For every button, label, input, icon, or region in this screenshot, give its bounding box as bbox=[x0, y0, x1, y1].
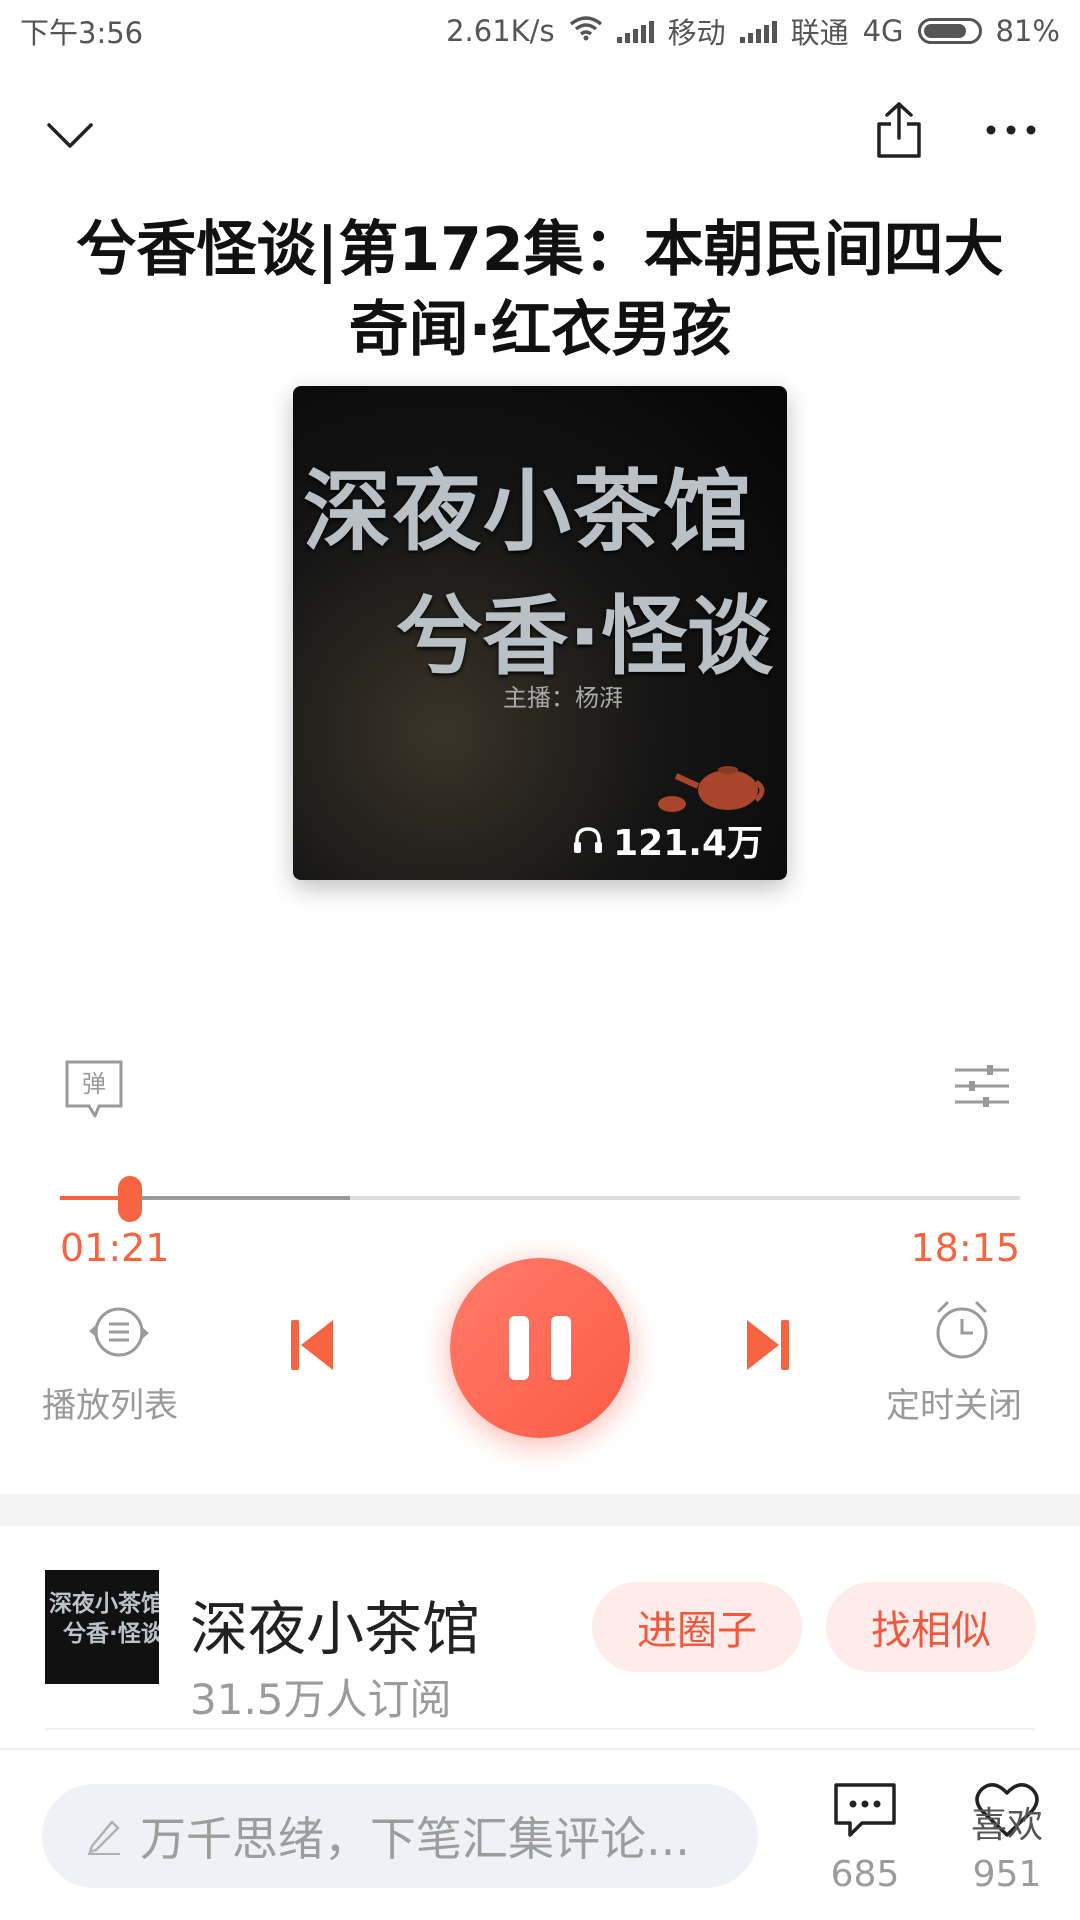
battery-percent: 81% bbox=[995, 14, 1060, 48]
teapot-icon bbox=[658, 766, 765, 812]
more-icon[interactable] bbox=[976, 100, 1046, 160]
cover-line-2: 兮香·怪谈 bbox=[396, 587, 773, 687]
status-time: 下午3:56 bbox=[20, 16, 144, 50]
network-speed: 2.61K/s bbox=[446, 14, 555, 48]
play-count-value: 121.4万 bbox=[613, 823, 763, 864]
network-type: 4G bbox=[862, 14, 904, 48]
wifi-icon bbox=[569, 14, 603, 48]
playlist-icon[interactable] bbox=[84, 1302, 154, 1362]
join-circle-button[interactable]: 进圈子 bbox=[592, 1582, 802, 1672]
comment-input[interactable]: 万千思绪，下笔汇集评论... bbox=[42, 1784, 758, 1888]
previous-track-icon[interactable] bbox=[286, 1316, 338, 1374]
signal-icon-2 bbox=[739, 19, 777, 43]
playlist-label[interactable]: 播放列表 bbox=[42, 1378, 178, 1427]
cover-line-1: 深夜小茶馆 bbox=[303, 460, 754, 563]
find-similar-button[interactable]: 找相似 bbox=[826, 1582, 1036, 1672]
pause-bar-left bbox=[509, 1316, 529, 1380]
section-divider bbox=[0, 1494, 1080, 1526]
channel-subscribers: 31.5万人订阅 bbox=[190, 1675, 452, 1724]
current-time: 01:21 bbox=[60, 1226, 170, 1270]
pause-bar-right bbox=[551, 1316, 571, 1380]
like-count: 951 bbox=[972, 1854, 1042, 1895]
pencil-icon bbox=[88, 1820, 120, 1855]
signal-icon-1 bbox=[616, 19, 654, 43]
play-count: 121.4万 bbox=[573, 814, 763, 866]
share-icon[interactable] bbox=[864, 95, 934, 165]
channel-divider bbox=[45, 1728, 1035, 1730]
equalizer-icon[interactable] bbox=[952, 1060, 1012, 1112]
comment-count: 685 bbox=[830, 1854, 900, 1895]
comment-placeholder: 万千思绪，下笔汇集评论... bbox=[140, 1812, 690, 1866]
progress-thumb[interactable] bbox=[118, 1176, 142, 1222]
collapse-chevron-down-icon[interactable] bbox=[40, 105, 100, 165]
comment-icon[interactable] bbox=[830, 1780, 900, 1840]
channel-thumb-line-1: 深夜小茶馆 bbox=[49, 1591, 159, 1617]
timer-clock-icon[interactable] bbox=[930, 1298, 994, 1362]
danmaku-button[interactable]: 弹 bbox=[62, 1058, 126, 1122]
danmaku-label: 弹 bbox=[82, 1070, 106, 1098]
album-cover: 深夜小茶馆 兮香·怪谈 主播：杨湃 121.4万 bbox=[293, 386, 787, 880]
status-bar: 下午3:56 2.61K/s 移动 联通 4G 81% bbox=[0, 0, 1080, 62]
next-track-icon[interactable] bbox=[742, 1316, 794, 1374]
channel-thumb-line-2: 兮香·怪谈 bbox=[63, 1621, 159, 1647]
battery-icon bbox=[917, 18, 982, 44]
like-label: 喜欢 bbox=[970, 1805, 1043, 1846]
headphones-icon bbox=[574, 827, 603, 853]
carrier-1: 移动 bbox=[667, 16, 726, 50]
carrier-2: 联通 bbox=[790, 16, 849, 50]
channel-thumbnail[interactable]: 深夜小茶馆 兮香·怪谈 bbox=[45, 1570, 159, 1684]
top-nav bbox=[0, 90, 1080, 180]
bottom-bar: 万千思绪，下笔汇集评论... 685 喜欢 951 bbox=[0, 1748, 1080, 1920]
total-time: 18:15 bbox=[910, 1226, 1020, 1270]
timer-label[interactable]: 定时关闭 bbox=[886, 1378, 1022, 1427]
pause-button[interactable] bbox=[450, 1258, 630, 1438]
episode-title: 兮香怪谈|第172集：本朝民间四大奇闻·红衣男孩 bbox=[76, 215, 1004, 358]
cover-host: 主播：杨湃 bbox=[503, 684, 623, 712]
channel-name[interactable]: 深夜小茶馆 bbox=[190, 1582, 480, 1666]
